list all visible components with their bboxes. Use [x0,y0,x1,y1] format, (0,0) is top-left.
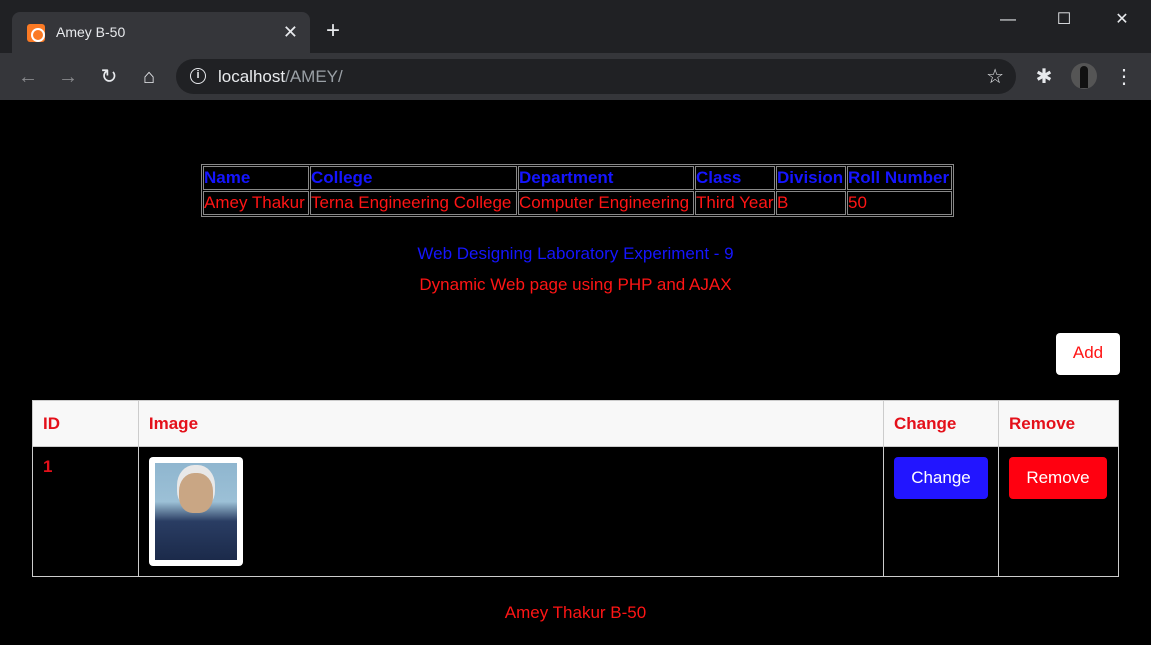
cell-division: B [776,191,846,215]
browser-toolbar: ← → ↻ ⌂ i localhost/AMEY/ ☆ ✱ ⋮ [0,53,1151,100]
row-remove-cell: Remove [997,446,1120,577]
site-info-icon[interactable]: i [190,68,206,84]
footer-text: Amey Thakur B-50 [504,603,647,622]
page-content: Name College Department Class Division R… [0,100,1151,645]
cell-roll-number: 50 [847,191,952,215]
col-change: Change [882,400,999,447]
row-id: 1 [32,446,139,577]
home-icon[interactable]: ⌂ [137,65,161,89]
header-college: College [310,166,517,190]
minimize-icon[interactable]: — [996,8,1020,32]
bookmark-star-icon[interactable]: ☆ [986,64,1004,89]
col-remove: Remove [997,400,1120,447]
header-department: Department [518,166,694,190]
images-table: ID Image Change Remove 1 Change Remove [32,400,1120,577]
profile-avatar[interactable] [1071,63,1097,89]
cell-class: Third Year [695,191,775,215]
xampp-favicon-icon [27,24,45,42]
extensions-icon[interactable]: ✱ [1032,65,1056,89]
url-text: localhost/AMEY/ [218,67,343,86]
portrait-thumbnail [148,457,243,566]
tab-title: Amey B-50 [56,24,126,40]
experiment-subtitle: Dynamic Web page using PHP and AJAX [419,275,732,294]
col-image: Image [137,400,884,447]
change-button[interactable]: Change [893,457,988,499]
header-name: Name [203,166,309,190]
header-class: Class [695,166,775,190]
add-button[interactable]: Add [1056,333,1120,375]
menu-kebab-icon[interactable]: ⋮ [1112,65,1136,89]
window-close-icon[interactable]: ✕ [1110,8,1134,32]
portrait-photo [154,463,237,560]
table-row: 1 Change Remove [32,446,1120,577]
close-tab-icon[interactable]: ✕ [283,21,298,43]
maximize-icon[interactable]: ☐ [1052,8,1076,32]
address-bar[interactable]: i localhost/AMEY/ ☆ [176,59,1016,94]
cell-department: Computer Engineering [518,191,694,215]
new-tab-icon[interactable]: + [326,19,340,43]
forward-icon[interactable]: → [56,65,80,89]
browser-tab[interactable]: Amey B-50 ✕ [12,12,310,53]
reload-icon[interactable]: ↻ [97,65,121,89]
remove-button[interactable]: Remove [1008,457,1107,499]
table-header-row: ID Image Change Remove [32,400,1120,447]
back-icon[interactable]: ← [16,65,40,89]
row-image-cell [137,446,884,577]
student-info-table: Name College Department Class Division R… [201,164,954,217]
row-change-cell: Change [882,446,999,577]
header-division: Division [776,166,846,190]
experiment-title: Web Designing Laboratory Experiment - 9 [417,244,734,263]
browser-titlebar: Amey B-50 ✕ + — ☐ ✕ [0,0,1151,53]
cell-college: Terna Engineering College [310,191,517,215]
header-roll-number: Roll Number [847,166,952,190]
col-id: ID [32,400,139,447]
cell-name: Amey Thakur [203,191,309,215]
